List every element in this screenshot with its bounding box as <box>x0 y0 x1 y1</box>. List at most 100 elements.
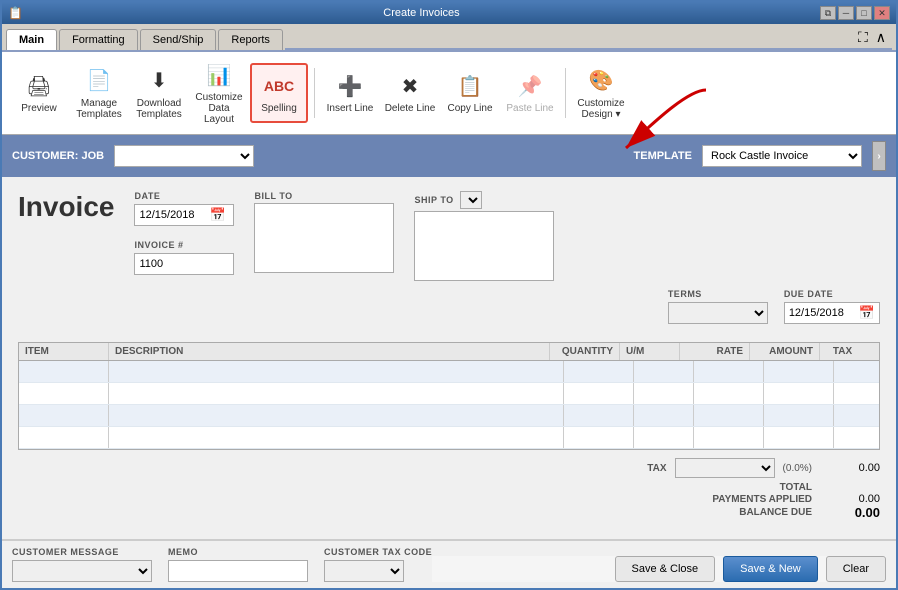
customer-job-select[interactable] <box>114 145 254 167</box>
invoice-date-billto-row: DATE 📅 INVOICE # <box>134 191 880 283</box>
row4-amount[interactable] <box>764 427 834 448</box>
memo-section: MEMO <box>168 547 308 582</box>
row3-item[interactable] <box>19 405 109 426</box>
preview-button[interactable]: 🖨 Preview <box>10 63 68 123</box>
tab-reports[interactable]: Reports <box>218 29 283 50</box>
row2-um[interactable] <box>634 383 694 404</box>
date-input[interactable] <box>135 207 205 223</box>
tab-send-ship[interactable]: Send/Ship <box>140 29 217 50</box>
row4-um[interactable] <box>634 427 694 448</box>
date-input-wrap[interactable]: 📅 <box>134 204 234 226</box>
tab-main[interactable]: Main <box>6 29 57 50</box>
row1-tax-input[interactable] <box>838 364 875 379</box>
row1-tax[interactable] <box>834 361 879 382</box>
row4-rate[interactable] <box>694 427 764 448</box>
row3-qty[interactable] <box>564 405 634 426</box>
restore-button[interactable]: ⧉ <box>820 6 836 20</box>
payments-row: PAYMENTS APPLIED 0.00 <box>18 493 880 505</box>
row3-um[interactable] <box>634 405 694 426</box>
customize-data-button[interactable]: 📊 Customize Data Layout <box>190 56 248 130</box>
due-date-field-group: DUE DATE 📅 <box>784 289 880 324</box>
customer-message-select[interactable] <box>12 560 152 582</box>
table-row <box>19 383 879 405</box>
download-button[interactable]: ⬇ Download Templates <box>130 62 188 125</box>
side-collapse[interactable]: › <box>872 141 886 171</box>
row2-amount[interactable] <box>764 383 834 404</box>
terms-select[interactable] <box>668 302 768 324</box>
due-date-input[interactable] <box>785 305 855 321</box>
ship-to-select[interactable] <box>460 191 482 209</box>
paste-line-button[interactable]: 📌 Paste Line <box>501 63 559 123</box>
maximize-button[interactable]: □ <box>856 6 872 20</box>
row2-desc[interactable] <box>109 383 564 404</box>
tax-row-label: TAX <box>647 463 666 474</box>
row1-item[interactable] <box>19 361 109 382</box>
spelling-button[interactable]: ABC Spelling <box>250 63 308 123</box>
row4-tax[interactable] <box>834 427 879 448</box>
row3-rate[interactable] <box>694 405 764 426</box>
memo-input[interactable] <box>168 560 308 582</box>
save-new-button[interactable]: Save & New <box>723 556 818 582</box>
col-header-um: U/M <box>620 343 680 360</box>
col-header-rate: RATE <box>680 343 750 360</box>
save-close-button[interactable]: Save & Close <box>615 556 716 582</box>
row1-desc[interactable] <box>109 361 564 382</box>
row2-qty[interactable] <box>564 383 634 404</box>
toolbar-separator-1 <box>314 68 315 118</box>
customize-design-button[interactable]: 🎨 Customize Design ▾ <box>572 62 630 125</box>
row1-um[interactable] <box>634 361 694 382</box>
row2-rate[interactable] <box>694 383 764 404</box>
manage-templates-button[interactable]: 📄 Manage Templates <box>70 62 128 125</box>
row4-desc[interactable] <box>109 427 564 448</box>
ship-to-input[interactable] <box>414 211 554 281</box>
col-header-item: ITEM <box>19 343 109 360</box>
bottom-left-fields: CUSTOMER MESSAGE MEMO CUSTOMER TAX CODE <box>12 547 432 582</box>
delete-line-button[interactable]: ✖ Delete Line <box>381 63 439 123</box>
row1-rate-input[interactable] <box>698 364 759 379</box>
expand-icon[interactable]: ⛶ <box>856 27 870 48</box>
row4-item[interactable] <box>19 427 109 448</box>
row1-rate[interactable] <box>694 361 764 382</box>
due-date-calendar-icon[interactable]: 📅 <box>855 303 879 323</box>
copy-line-label: Copy Line <box>447 103 492 114</box>
row1-desc-input[interactable] <box>113 364 559 379</box>
main-window: 📋 Create Invoices ⧉ ─ □ ✕ Main Formattin… <box>0 0 898 590</box>
action-buttons: Save & Close Save & New Clear <box>432 556 886 582</box>
tax-row: TAX (0.0%) 0.00 <box>18 458 880 478</box>
insert-line-button[interactable]: ➕ Insert Line <box>321 63 379 123</box>
row1-qty[interactable] <box>564 361 634 382</box>
row2-tax[interactable] <box>834 383 879 404</box>
row3-desc[interactable] <box>109 405 564 426</box>
row1-item-input[interactable] <box>23 364 104 379</box>
calendar-icon[interactable]: 📅 <box>205 205 229 225</box>
row1-qty-input[interactable] <box>568 364 629 379</box>
row1-um-input[interactable] <box>638 364 689 379</box>
bill-to-input[interactable] <box>254 203 394 273</box>
clear-button[interactable]: Clear <box>826 556 886 582</box>
customer-tax-code-select[interactable] <box>324 560 404 582</box>
row2-item[interactable] <box>19 383 109 404</box>
download-icon: ⬇ <box>145 67 173 95</box>
balance-label: BALANCE DUE <box>682 507 812 518</box>
preview-icon: 🖨 <box>25 72 53 100</box>
close-button[interactable]: ✕ <box>874 6 890 20</box>
collapse-icon[interactable]: ∧ <box>874 27 888 48</box>
table-row <box>19 405 879 427</box>
invoice-num-input[interactable] <box>139 258 229 270</box>
invoice-title-section: Invoice <box>18 191 114 332</box>
due-date-input-wrap[interactable]: 📅 <box>784 302 880 324</box>
copy-line-button[interactable]: 📋 Copy Line <box>441 63 499 123</box>
tab-formatting[interactable]: Formatting <box>59 29 138 50</box>
row2-item-input[interactable] <box>23 386 104 401</box>
tax-code-select[interactable] <box>675 458 775 478</box>
template-select[interactable]: Rock Castle Invoice <box>702 145 862 167</box>
row4-qty[interactable] <box>564 427 634 448</box>
customer-message-label: CUSTOMER MESSAGE <box>12 547 152 557</box>
row3-tax[interactable] <box>834 405 879 426</box>
minimize-button[interactable]: ─ <box>838 6 854 20</box>
toolbar: 🖨 Preview 📄 Manage Templates ⬇ Download … <box>2 52 896 135</box>
row3-amount[interactable] <box>764 405 834 426</box>
row1-amount[interactable] <box>764 361 834 382</box>
window-icon: 📋 <box>8 6 23 20</box>
row1-amount-input[interactable] <box>768 364 829 379</box>
